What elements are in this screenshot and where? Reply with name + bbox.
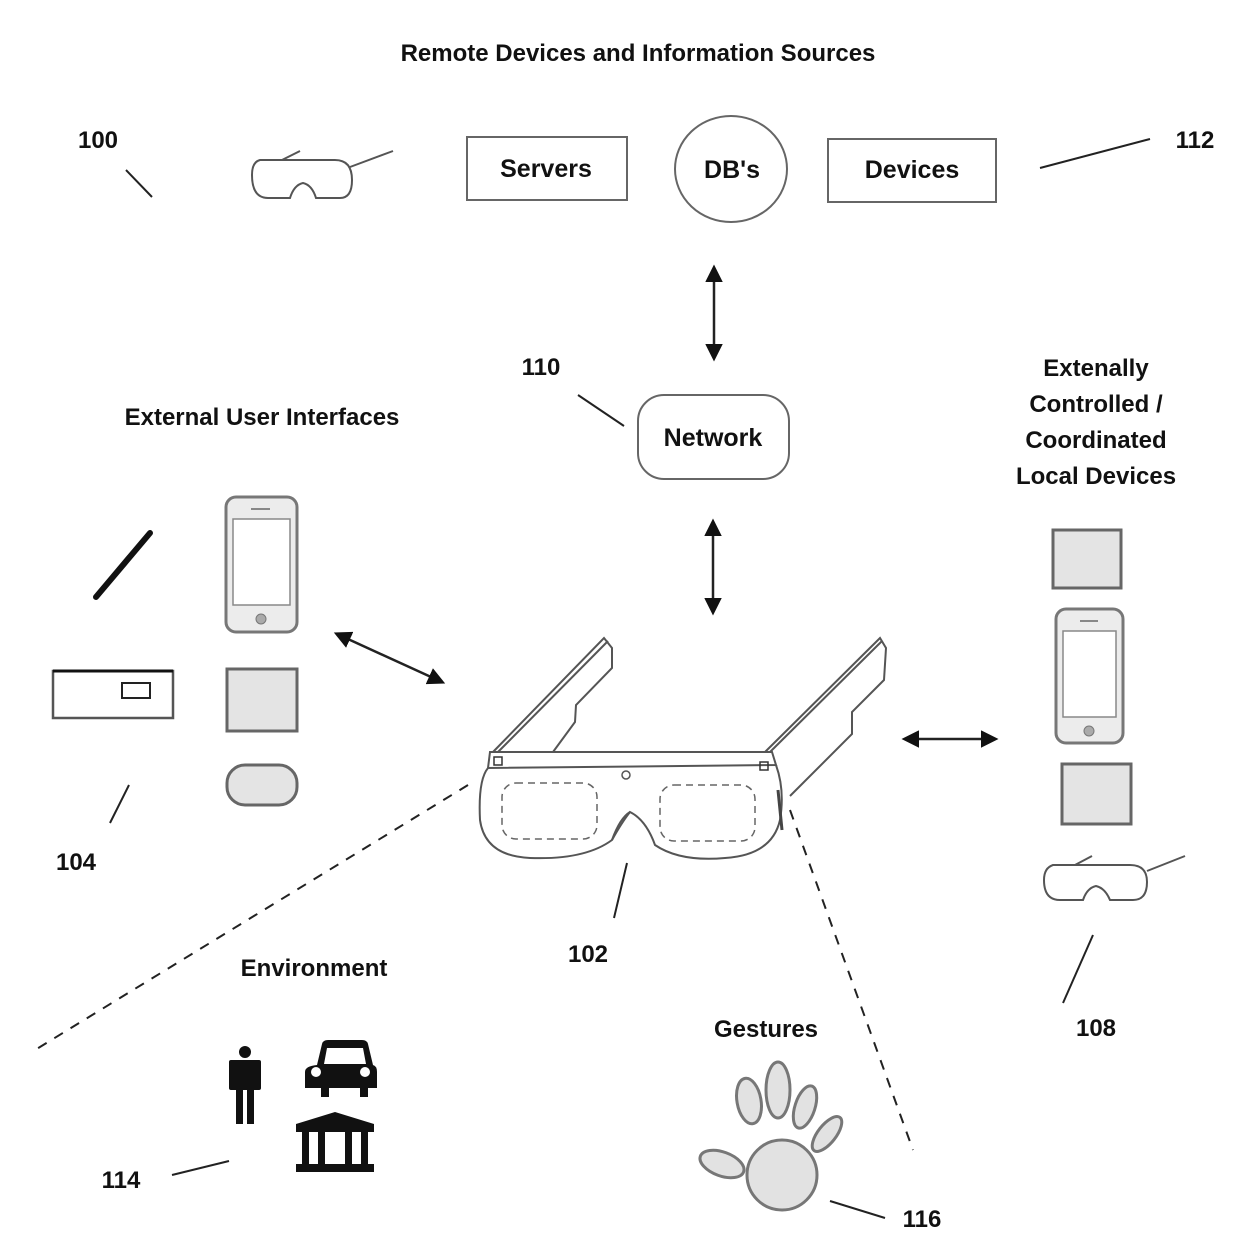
headset-glasses-icon — [250, 150, 394, 199]
gestures-heading: Gestures — [714, 1016, 818, 1043]
car-icon — [305, 1040, 377, 1097]
diagram-canvas: Remote Devices and Information Sources 1… — [0, 0, 1240, 1251]
ref-116: 116 — [903, 1206, 942, 1233]
smart-glasses-device — [478, 636, 888, 860]
tablet-icon — [1060, 762, 1133, 826]
devices-label: Devices — [865, 156, 960, 184]
network-label: Network — [664, 424, 763, 452]
smartphone-icon — [1054, 607, 1125, 745]
tablet-icon — [1051, 528, 1123, 590]
environment-heading: Environment — [241, 955, 388, 982]
network-node: Network — [637, 394, 790, 480]
dbs-label: DB's — [704, 156, 760, 184]
hand-icon — [698, 1060, 844, 1212]
local-devices-heading-line3: Coordinated — [1025, 427, 1166, 454]
local-devices-heading-line4: Local Devices — [1016, 463, 1176, 490]
leader-110 — [577, 394, 625, 427]
servers-box: Servers — [466, 136, 628, 201]
dashed-line-environment — [34, 784, 469, 1051]
diagram-svg: Remote Devices and Information Sources 1… — [34, 40, 1215, 1233]
leader-114 — [171, 1160, 230, 1176]
ref-100: 100 — [78, 127, 118, 154]
smartphone-icon — [224, 495, 299, 634]
headset-glasses-icon — [1042, 855, 1186, 901]
leader-104 — [109, 784, 130, 824]
ref-104: 104 — [56, 849, 97, 876]
ref-112: 112 — [1176, 127, 1215, 154]
database-circle: DB's — [674, 115, 788, 223]
arrow-ui-glasses — [333, 631, 446, 685]
leader-100 — [125, 169, 153, 198]
ref-102: 102 — [568, 941, 608, 968]
tablet-icon — [225, 667, 299, 733]
stylus-icon — [93, 530, 153, 600]
person-icon — [229, 1046, 261, 1124]
local-devices-heading: Extenally Controlled / Coordinated Local… — [1016, 355, 1176, 490]
ref-110: 110 — [522, 354, 561, 381]
ref-114: 114 — [102, 1167, 141, 1194]
diagram-title: Remote Devices and Information Sources — [401, 40, 876, 67]
building-icon — [296, 1112, 374, 1172]
devices-box: Devices — [827, 138, 997, 203]
leader-112 — [1039, 138, 1151, 169]
local-devices-heading-line1: Extenally — [1043, 355, 1149, 382]
local-devices-heading-line2: Controlled / — [1029, 391, 1163, 418]
leader-116 — [829, 1200, 886, 1219]
leader-102 — [613, 862, 628, 919]
keyboard-icon — [51, 669, 175, 720]
mouse-icon — [225, 763, 299, 807]
leader-108 — [1062, 934, 1094, 1004]
servers-label: Servers — [500, 155, 592, 183]
ref-108: 108 — [1076, 1015, 1116, 1042]
external-ui-heading: External User Interfaces — [125, 404, 400, 431]
